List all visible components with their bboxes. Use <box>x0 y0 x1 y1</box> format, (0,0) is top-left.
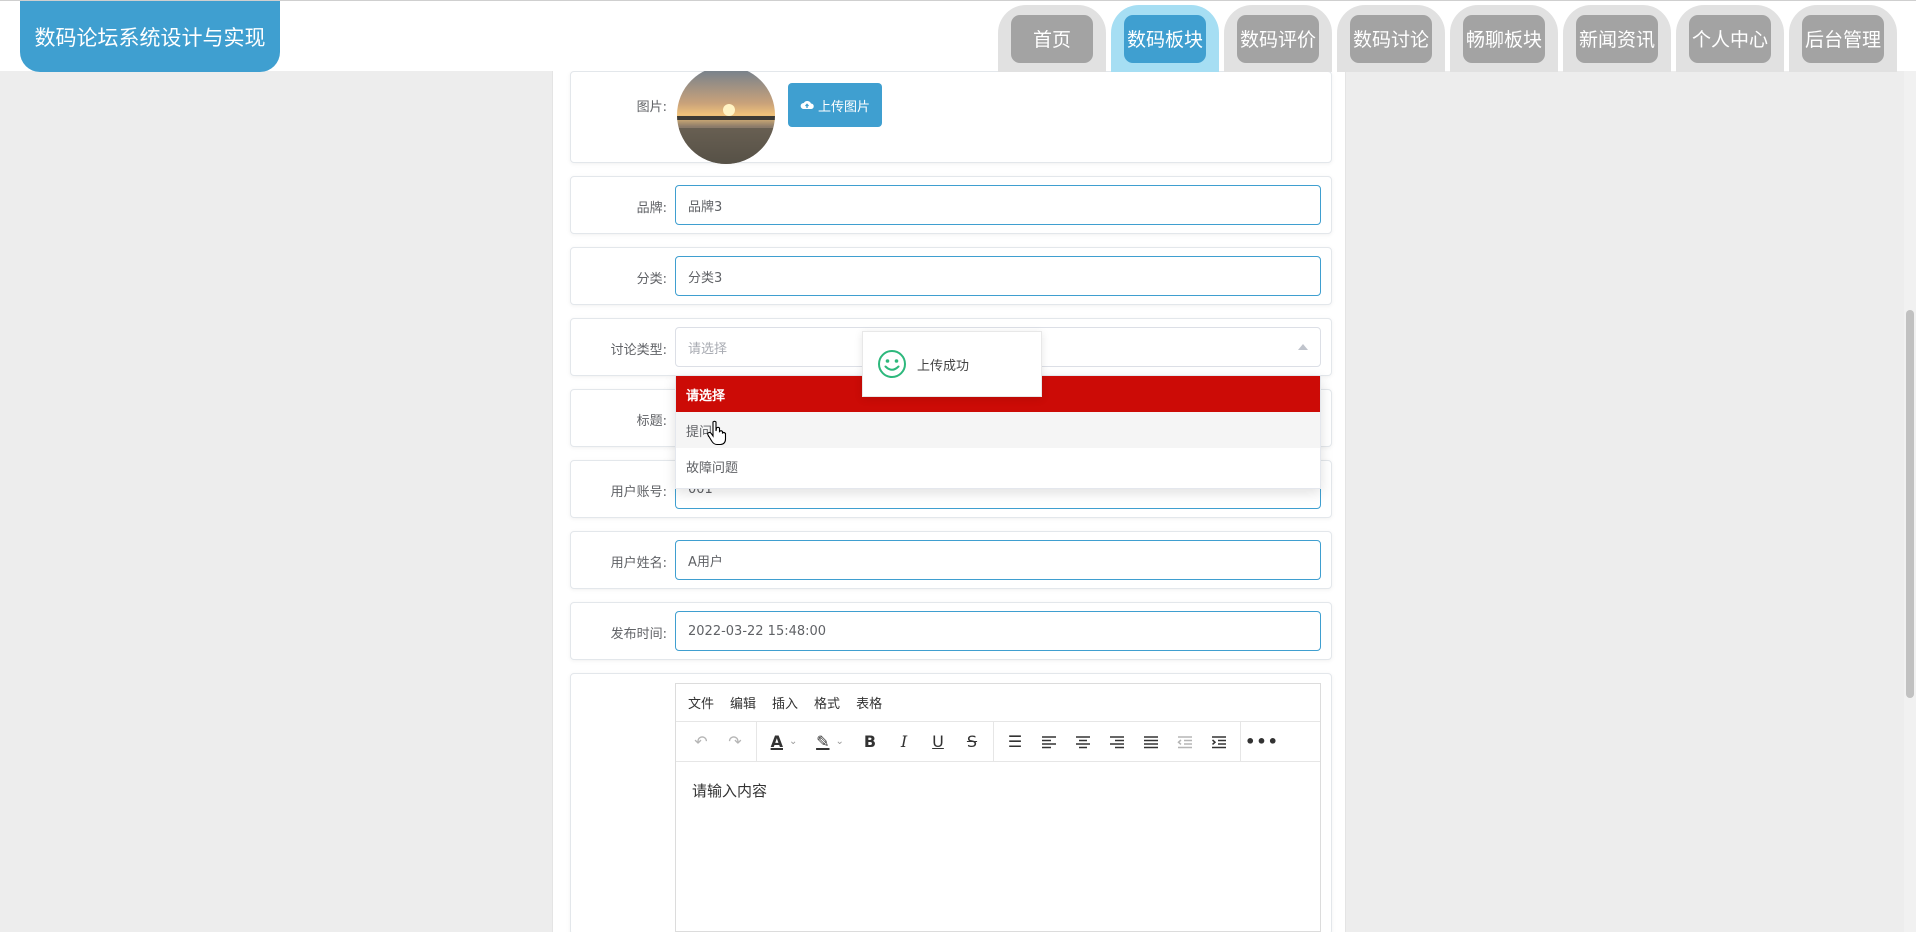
user-name-label: 用户姓名: <box>610 556 667 571</box>
underline-icon[interactable]: U <box>921 727 955 757</box>
page-scrollbar-thumb[interactable] <box>1906 310 1914 698</box>
user-account-label: 用户账号: <box>610 485 667 500</box>
editor-content-area[interactable]: 请输入内容 <box>676 762 1320 819</box>
nav-label: 后台管理 <box>1802 14 1884 63</box>
align-justify-icon[interactable] <box>1134 727 1168 757</box>
menu-insert[interactable]: 插入 <box>772 693 798 712</box>
nav-label: 新闻资讯 <box>1576 14 1658 63</box>
cloud-upload-icon <box>800 100 814 109</box>
menu-format[interactable]: 格式 <box>814 693 840 712</box>
top-header: 数码论坛系统设计与实现 首页 数码板块 数码评价 数码讨论 畅聊板块 新闻资讯 … <box>0 0 1916 72</box>
line-height-icon[interactable]: ☰ <box>998 727 1032 757</box>
undo-icon[interactable]: ↶ <box>684 727 718 757</box>
uploaded-image-avatar <box>677 66 775 164</box>
smile-icon <box>878 350 906 378</box>
form-row-user-name: 用户姓名: A用户 <box>570 531 1332 589</box>
main-nav: 首页 数码板块 数码评价 数码讨论 畅聊板块 新闻资讯 个人中心 后台管理 <box>998 5 1897 72</box>
indent-icon[interactable] <box>1202 727 1236 757</box>
nav-personal-center[interactable]: 个人中心 <box>1676 5 1784 72</box>
nav-digital-review[interactable]: 数码评价 <box>1224 5 1332 72</box>
nav-news[interactable]: 新闻资讯 <box>1563 5 1671 72</box>
success-toast: 上传成功 <box>862 331 1042 397</box>
menu-file[interactable]: 文件 <box>688 693 714 712</box>
caret-up-icon <box>1298 344 1308 350</box>
toolbar-divider <box>756 721 757 762</box>
category-input[interactable]: 分类3 <box>675 256 1321 296</box>
publish-time-input[interactable]: 2022-03-22 15:48:00 <box>675 611 1321 651</box>
align-right-icon[interactable] <box>1100 727 1134 757</box>
bold-icon[interactable]: B <box>853 727 887 757</box>
nav-label: 畅聊板块 <box>1463 14 1545 63</box>
publish-time-label: 发布时间: <box>610 627 667 642</box>
toolbar-divider <box>1240 721 1241 762</box>
user-name-input[interactable]: A用户 <box>675 540 1321 580</box>
nav-label: 数码评价 <box>1237 14 1319 63</box>
nav-label: 个人中心 <box>1689 14 1771 63</box>
hand-cursor-icon <box>707 420 727 446</box>
menu-edit[interactable]: 编辑 <box>730 693 756 712</box>
nav-digital-discussion[interactable]: 数码讨论 <box>1337 5 1445 72</box>
dropdown-option[interactable]: 提问 <box>676 412 1320 448</box>
nav-label: 首页 <box>1011 14 1093 63</box>
form-row-brand: 品牌: 品牌3 <box>570 176 1332 234</box>
font-color-icon[interactable]: A ⌄ <box>761 727 807 757</box>
nav-chat-board[interactable]: 畅聊板块 <box>1450 5 1558 72</box>
toolbar-divider <box>993 721 994 762</box>
toast-message: 上传成功 <box>917 358 970 374</box>
upload-image-button[interactable]: 上传图片 <box>788 83 882 127</box>
strikethrough-icon[interactable]: S <box>955 727 989 757</box>
discussion-type-label: 讨论类型: <box>610 343 667 358</box>
upload-image-label: 上传图片 <box>817 99 870 115</box>
menu-table[interactable]: 表格 <box>856 693 882 712</box>
nav-label: 数码讨论 <box>1350 14 1432 63</box>
editor-menubar: 文件 编辑 插入 格式 表格 <box>676 684 1320 722</box>
align-center-icon[interactable] <box>1066 727 1100 757</box>
rich-text-editor: 文件 编辑 插入 格式 表格 ↶ ↷ A ⌄ ✎ ⌄ B I U S ☰ •••… <box>675 683 1321 932</box>
nav-home[interactable]: 首页 <box>998 5 1106 72</box>
form-row-publish-time: 发布时间: 2022-03-22 15:48:00 <box>570 602 1332 660</box>
nav-label: 数码板块 <box>1124 14 1206 63</box>
nav-admin[interactable]: 后台管理 <box>1789 5 1897 72</box>
discussion-type-placeholder: 请选择 <box>688 341 728 357</box>
editor-toolbar: ↶ ↷ A ⌄ ✎ ⌄ B I U S ☰ ••• <box>676 721 1320 762</box>
form-row-category: 分类: 分类3 <box>570 247 1332 305</box>
brand-label: 品牌: <box>636 201 667 216</box>
nav-digital-board[interactable]: 数码板块 <box>1111 5 1219 72</box>
more-icon[interactable]: ••• <box>1245 727 1279 757</box>
align-left-icon[interactable] <box>1032 727 1066 757</box>
image-label: 图片: <box>636 100 667 115</box>
title-label: 标题: <box>636 414 667 429</box>
brand-input[interactable]: 品牌3 <box>675 185 1321 225</box>
site-logo-title[interactable]: 数码论坛系统设计与实现 <box>20 1 280 72</box>
outdent-icon[interactable] <box>1168 727 1202 757</box>
dropdown-option[interactable]: 故障问题 <box>676 448 1320 484</box>
italic-icon[interactable]: I <box>887 727 921 757</box>
category-label: 分类: <box>636 272 667 287</box>
highlight-icon[interactable]: ✎ ⌄ <box>807 727 853 757</box>
redo-icon[interactable]: ↷ <box>718 727 752 757</box>
form-row-image: 图片: 上传图片 <box>570 66 1332 164</box>
